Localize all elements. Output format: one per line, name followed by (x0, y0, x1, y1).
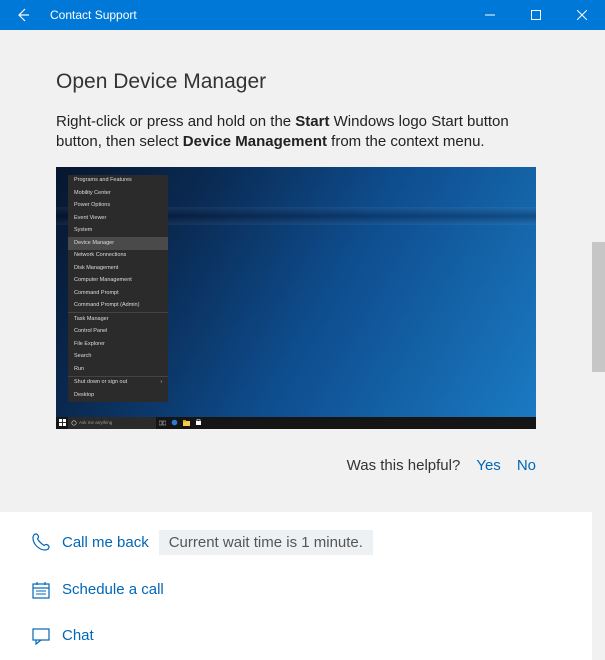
instruction-text-1: Right-click or press and hold on the (56, 113, 295, 130)
instruction-bold-1: Start (295, 113, 329, 130)
menu-item: Search (68, 351, 168, 364)
file-explorer-icon (180, 417, 192, 429)
maximize-icon (531, 10, 541, 20)
menu-item: File Explorer (68, 338, 168, 351)
menu-item: Run (68, 363, 168, 376)
maximize-button[interactable] (513, 0, 559, 30)
menu-item: Event Viewer (68, 212, 168, 225)
instruction-bold-2: Device Management (183, 133, 327, 150)
chat-icon (30, 625, 52, 647)
menu-item: Power Options (68, 200, 168, 213)
scrollbar-thumb[interactable] (592, 242, 605, 372)
chat-label: Chat (62, 627, 94, 644)
search-placeholder: Ask me anything (79, 420, 112, 425)
menu-item: Command Prompt (Admin) (68, 300, 168, 313)
close-icon (577, 10, 587, 20)
menu-item-submenu: Shut down or sign out › (68, 377, 168, 390)
taskbar: Ask me anything (56, 417, 536, 429)
task-view-icon (156, 417, 168, 429)
instruction-text-3: from the context menu. (327, 133, 485, 150)
menu-item-highlighted: Device Manager (68, 237, 168, 250)
menu-item: System (68, 225, 168, 238)
menu-item: Control Panel (68, 326, 168, 339)
store-icon (192, 417, 204, 429)
option-call-back[interactable]: Call me back Current wait time is 1 minu… (30, 518, 562, 567)
option-chat[interactable]: Chat (30, 613, 562, 659)
schedule-label: Schedule a call (62, 581, 164, 598)
feedback-row: Was this helpful? Yes No (56, 457, 536, 474)
feedback-yes-link[interactable]: Yes (476, 457, 500, 474)
support-options: Call me back Current wait time is 1 minu… (0, 512, 592, 660)
minimize-button[interactable] (467, 0, 513, 30)
menu-item: Network Connections (68, 250, 168, 263)
back-button[interactable] (0, 0, 46, 30)
windows-logo-icon (59, 419, 66, 426)
article-heading: Open Device Manager (56, 70, 536, 94)
cortana-icon (71, 420, 77, 426)
embedded-screenshot: Programs and Features Mobility Center Po… (56, 167, 536, 429)
feedback-question: Was this helpful? (347, 457, 461, 474)
menu-item: Task Manager (68, 313, 168, 326)
arrow-left-icon (15, 7, 31, 23)
minimize-icon (485, 10, 495, 20)
taskbar-search: Ask me anything (68, 417, 156, 429)
chevron-right-icon: › (160, 380, 162, 385)
menu-item: Desktop (68, 389, 168, 402)
window-controls (467, 0, 605, 30)
feedback-no-link[interactable]: No (517, 457, 536, 474)
article-instruction: Right-click or press and hold on the Sta… (56, 112, 536, 153)
start-context-menu: Programs and Features Mobility Center Po… (68, 175, 168, 402)
phone-icon (30, 531, 52, 553)
menu-item-label: Shut down or sign out (74, 379, 127, 385)
menu-item: Disk Management (68, 262, 168, 275)
help-article: Open Device Manager Right-click or press… (30, 48, 562, 492)
call-back-label: Call me back (62, 534, 149, 551)
option-schedule[interactable]: Schedule a call (30, 567, 562, 613)
content-area: Open Device Manager Right-click or press… (0, 30, 592, 660)
start-button (56, 417, 68, 429)
menu-item: Computer Management (68, 275, 168, 288)
window-title: Contact Support (46, 8, 137, 22)
menu-item: Command Prompt (68, 287, 168, 300)
titlebar: Contact Support (0, 0, 605, 30)
wait-time-badge: Current wait time is 1 minute. (159, 530, 373, 555)
menu-item: Mobility Center (68, 187, 168, 200)
close-button[interactable] (559, 0, 605, 30)
edge-icon (168, 417, 180, 429)
menu-item: Programs and Features (68, 175, 168, 188)
calendar-icon (30, 579, 52, 601)
